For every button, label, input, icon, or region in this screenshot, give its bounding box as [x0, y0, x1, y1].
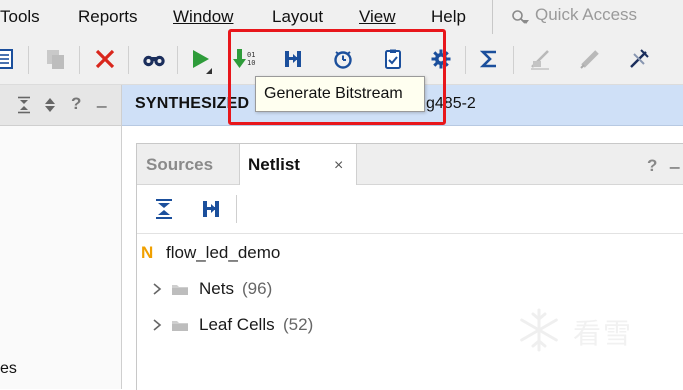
- toolbar-separator: [465, 46, 466, 74]
- tree-row-count: (96): [242, 279, 273, 298]
- collapse-all-icon[interactable]: [16, 96, 32, 114]
- tree-row-label: Nets: [199, 279, 234, 298]
- left-panel-help[interactable]: ?: [71, 94, 81, 114]
- watermark-text: 看雪: [573, 318, 634, 349]
- chevron-right-icon[interactable]: [151, 282, 163, 296]
- left-panel: ? _ es: [0, 85, 122, 389]
- tab-sources[interactable]: Sources: [137, 144, 239, 184]
- run-icon[interactable]: [190, 48, 214, 74]
- binoculars-icon[interactable]: [142, 48, 166, 72]
- tab-netlist-label: Netlist: [248, 155, 300, 174]
- toolbar-separator: [79, 46, 80, 74]
- search-dropdown-icon: [523, 20, 529, 24]
- tree-row-label: Leaf Cells: [199, 315, 275, 334]
- tab-sources-label: Sources: [146, 155, 214, 174]
- quick-access-placeholder: Quick Access: [535, 5, 638, 24]
- toolbar-separator: [177, 46, 178, 74]
- toolbar-separator: [128, 46, 129, 74]
- report-icon[interactable]: [0, 48, 18, 72]
- disabled-tool-icon[interactable]: [529, 48, 553, 72]
- netlist-toolbar: [137, 185, 683, 234]
- highlight-annotation: [228, 29, 446, 125]
- panel-minimize[interactable]: _: [670, 150, 679, 170]
- schematic-icon[interactable]: [201, 198, 223, 220]
- toolbar-separator: [513, 46, 514, 74]
- left-panel-minimize[interactable]: _: [97, 89, 106, 109]
- menu-help[interactable]: Help: [431, 7, 466, 27]
- disabled-probe-icon[interactable]: [579, 48, 603, 72]
- chevron-right-icon[interactable]: [151, 318, 163, 332]
- netlist-badge-icon: N: [141, 243, 154, 262]
- disabled-debug-icon[interactable]: [628, 48, 652, 72]
- netlist-root-label: flow_led_demo: [166, 243, 281, 262]
- menu-layout[interactable]: Layout: [272, 7, 323, 27]
- watermark: 看雪: [511, 304, 671, 356]
- toolbar-separator: [236, 195, 237, 223]
- snowflake-icon: [515, 306, 563, 354]
- collapse-all-icon[interactable]: [153, 198, 175, 220]
- tree-row-count: (52): [283, 315, 314, 334]
- folder-icon: [171, 282, 189, 296]
- left-panel-header: ? _: [0, 85, 121, 126]
- menu-reports[interactable]: Reports: [78, 7, 138, 27]
- left-panel-truncated-label: es: [0, 360, 17, 377]
- tab-bar: Sources Netlist × ? _: [137, 144, 683, 185]
- delete-icon[interactable]: [94, 48, 118, 72]
- folder-icon: [171, 318, 189, 332]
- menu-view[interactable]: View: [359, 7, 396, 27]
- toolbar-separator: [28, 46, 29, 74]
- sort-icon[interactable]: [42, 96, 58, 114]
- copy-icon[interactable]: [44, 48, 68, 72]
- quick-access-search[interactable]: Quick Access: [492, 0, 683, 34]
- sigma-icon[interactable]: [479, 48, 503, 72]
- tab-close-icon[interactable]: ×: [334, 157, 343, 175]
- panel-help[interactable]: ?: [647, 156, 657, 176]
- menu-tools[interactable]: Tools: [0, 7, 40, 27]
- menu-window[interactable]: Window: [173, 7, 233, 27]
